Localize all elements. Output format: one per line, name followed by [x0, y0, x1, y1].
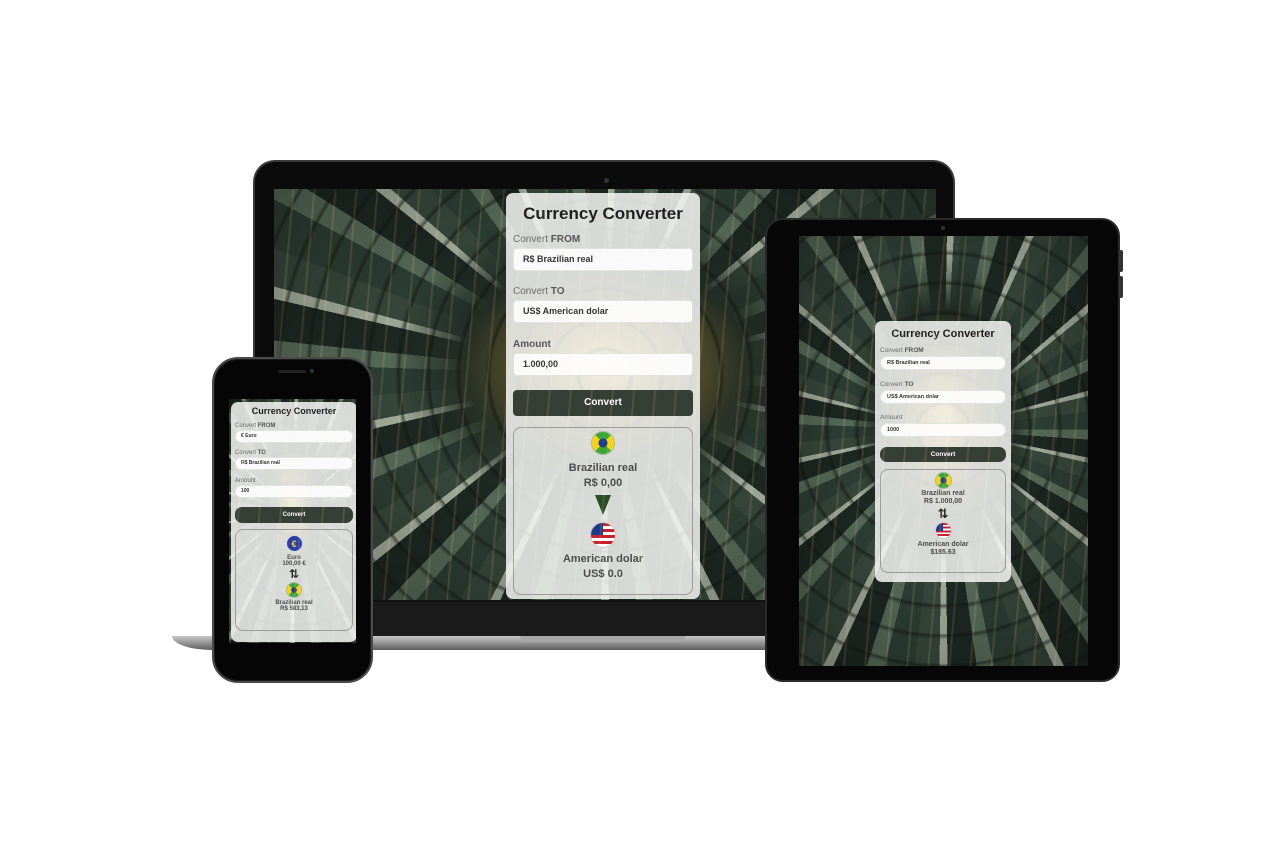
- tablet-side-button: [1119, 250, 1123, 272]
- to-label: Convert TO: [235, 450, 266, 456]
- result-to-value: $185.63: [930, 549, 956, 556]
- result-from-value: 100,00 €: [282, 561, 306, 567]
- result-to-name: American dolar: [917, 541, 969, 548]
- tablet-screen: Currency Converter Convert FROM R$ Brazi…: [799, 236, 1088, 666]
- result-from-value: R$ 0,00: [583, 477, 623, 489]
- tablet-camera: [941, 226, 945, 230]
- arrow-down-icon: [595, 495, 611, 515]
- result-to-value: US$ 0.0: [583, 568, 623, 580]
- from-currency-select[interactable]: € Euro: [235, 430, 353, 443]
- result-from-value: R$ 1.000,00: [923, 498, 963, 505]
- to-currency-select[interactable]: R$ Brazilian real: [235, 457, 353, 470]
- phone-screen: Currency Converter Convert FROM € Euro C…: [229, 399, 356, 643]
- result-panel: € Euro 100,00 € ⇅ Brazilian real R$ 583,…: [235, 529, 353, 631]
- brazil-flag-icon: [287, 583, 301, 597]
- convert-button[interactable]: Convert: [880, 447, 1006, 462]
- phone-speaker: [278, 370, 306, 373]
- tablet-side-button: [1119, 276, 1123, 298]
- tablet-converter-card: Currency Converter Convert FROM R$ Brazi…: [875, 321, 1011, 582]
- to-label: Convert TO: [513, 286, 565, 297]
- from-currency-select[interactable]: R$ Brazilian real: [513, 248, 693, 271]
- page-title: Currency Converter: [251, 406, 337, 416]
- swap-icon: ⇅: [288, 567, 300, 581]
- brazil-flag-icon: [935, 473, 951, 488]
- result-from-name: Brazilian real: [568, 462, 638, 474]
- phone-camera: [310, 369, 314, 373]
- result-panel: Brazilian real R$ 0,00 American dolar US…: [513, 427, 693, 595]
- from-label: Convert FROM: [880, 347, 924, 354]
- from-label: Convert FROM: [513, 234, 581, 245]
- amount-input[interactable]: 1.000,00: [513, 353, 693, 376]
- from-currency-select[interactable]: R$ Brazilian real: [880, 356, 1006, 370]
- result-to-value: R$ 583,13: [280, 606, 308, 612]
- usa-flag-icon: [591, 523, 615, 547]
- result-to-name: American dolar: [562, 553, 644, 565]
- amount-label: Amount: [513, 339, 551, 350]
- euro-flag-icon: €: [286, 536, 302, 551]
- tablet-device: Currency Converter Convert FROM R$ Brazi…: [765, 218, 1123, 682]
- amount-label: Amount: [235, 478, 256, 484]
- usa-flag-icon: [935, 523, 951, 538]
- phone-converter-card: Currency Converter Convert FROM € Euro C…: [231, 402, 356, 642]
- result-panel: Brazilian real R$ 1.000,00 ⇅ American do…: [880, 469, 1006, 573]
- amount-input[interactable]: 100: [235, 485, 353, 498]
- page-title: Currency Converter: [523, 204, 683, 223]
- convert-button[interactable]: Convert: [513, 390, 693, 416]
- swap-icon: ⇅: [937, 506, 949, 521]
- result-to-name: Brazilian real: [275, 600, 313, 606]
- brazil-flag-icon: [592, 432, 614, 454]
- result-from-name: Brazilian real: [921, 490, 965, 497]
- convert-button[interactable]: Convert: [235, 507, 353, 523]
- from-label: Convert FROM: [235, 423, 276, 429]
- phone-device: Currency Converter Convert FROM € Euro C…: [212, 357, 373, 683]
- laptop-converter-card: Currency Converter Convert FROM R$ Brazi…: [506, 193, 700, 599]
- result-from-name: Euro: [287, 555, 301, 561]
- amount-input[interactable]: 1000: [880, 423, 1006, 437]
- amount-label: Amount: [880, 414, 903, 421]
- laptop-notch: [520, 636, 685, 642]
- to-label: Convert TO: [880, 381, 914, 388]
- page-title: Currency Converter: [891, 328, 995, 340]
- laptop-camera: [604, 178, 609, 183]
- to-currency-select[interactable]: US$ American dolar: [880, 390, 1006, 404]
- to-currency-select[interactable]: US$ American dolar: [513, 300, 693, 323]
